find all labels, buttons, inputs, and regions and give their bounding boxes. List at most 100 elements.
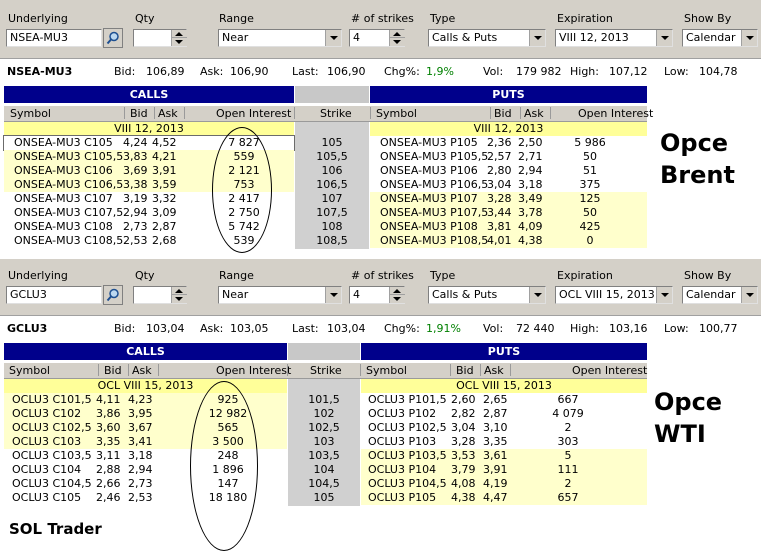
range-select[interactable]: Near [218, 286, 342, 304]
put-bid: 4,38 [451, 491, 476, 504]
strike-value: 104,5 [308, 477, 340, 490]
type-select[interactable]: Calls & Puts [428, 29, 546, 47]
show-by-select[interactable]: Calendar [682, 286, 758, 304]
call-ask: 3,32 [152, 192, 177, 205]
strike-row: 106,5 [295, 178, 369, 192]
col-put-open-interest[interactable]: Open Interest [578, 107, 653, 120]
put-open-interest: 2 [564, 421, 572, 434]
put-row[interactable]: OCLU3 P104,5 4,08 4,19 2 [361, 477, 647, 491]
put-row[interactable]: OCLU3 P105 4,38 4,47 657 [361, 491, 647, 505]
underlying-search-button[interactable] [103, 285, 123, 305]
spin-down-icon [393, 297, 401, 301]
put-row[interactable]: ONSEA-MU3 P106,5 3,04 3,18 375 [370, 178, 647, 192]
col-strike[interactable]: Strike [320, 107, 352, 120]
put-row[interactable]: ONSEA-MU3 P106 2,80 2,94 51 [370, 164, 647, 178]
wti-annotation-line2: WTI [654, 420, 706, 448]
underlying-input[interactable]: NSEA-MU3 [6, 29, 102, 47]
col-put-bid[interactable]: Bid [494, 107, 512, 120]
col-strike[interactable]: Strike [310, 364, 342, 377]
brent-puts-expiry: VIII 12, 2013 [370, 122, 647, 136]
col-put-ask[interactable]: Ask [524, 107, 544, 120]
expiration-select[interactable]: OCL VIII 15, 2013 [555, 286, 673, 304]
put-bid: 4,01 [487, 234, 512, 247]
wti-puts-header: PUTS [361, 343, 647, 360]
put-row[interactable]: OCLU3 P102,5 3,04 3,10 2 [361, 421, 647, 435]
chevron-down-icon[interactable] [741, 287, 757, 303]
strike-value: 102,5 [308, 421, 340, 434]
call-ask: 3,67 [128, 421, 153, 434]
low-label: Low: [664, 65, 689, 78]
put-symbol: ONSEA-MU3 P106,5 [380, 178, 489, 191]
call-symbol: ONSEA-MU3 C106 [14, 164, 113, 177]
show-by-select[interactable]: Calendar [682, 29, 758, 47]
put-row[interactable]: ONSEA-MU3 P107,5 3,44 3,78 50 [370, 206, 647, 220]
put-row[interactable]: ONSEA-MU3 P108 3,81 4,09 425 [370, 220, 647, 234]
chevron-down-icon[interactable] [325, 287, 341, 303]
low-value: 100,77 [699, 322, 738, 335]
col-bid[interactable]: Bid [130, 107, 148, 120]
put-bid: 3,28 [487, 192, 512, 205]
qty-label: Qty [135, 12, 155, 25]
strike-row: 105 [295, 136, 369, 150]
vol-value: 72 440 [516, 322, 555, 335]
col-ask[interactable]: Ask [132, 364, 152, 377]
put-row[interactable]: OCLU3 P103,5 3,53 3,61 5 [361, 449, 647, 463]
qty-spin-buttons[interactable] [171, 30, 187, 46]
put-symbol: ONSEA-MU3 P107 [380, 192, 478, 205]
call-ask: 3,41 [128, 435, 153, 448]
col-put-symbol[interactable]: Symbol [366, 364, 407, 377]
chevron-down-icon[interactable] [741, 30, 757, 46]
col-symbol[interactable]: Symbol [9, 364, 50, 377]
chevron-down-icon[interactable] [656, 30, 672, 46]
underlying-search-button[interactable] [103, 28, 123, 48]
underlying-input[interactable]: GCLU3 [6, 286, 102, 304]
spin-down-icon [393, 40, 401, 44]
put-row[interactable]: OCLU3 P104 3,79 3,91 111 [361, 463, 647, 477]
call-symbol: OCLU3 C105 [12, 491, 82, 504]
chevron-down-icon[interactable] [656, 287, 672, 303]
spin-up-icon [393, 32, 401, 36]
col-put-bid[interactable]: Bid [456, 364, 474, 377]
col-ask[interactable]: Ask [158, 107, 178, 120]
put-ask: 2,50 [518, 136, 543, 149]
put-row[interactable]: ONSEA-MU3 P105 2,36 2,50 5 986 [370, 136, 647, 150]
call-bid: 3,60 [96, 421, 121, 434]
put-row[interactable]: OCLU3 P102 2,82 2,87 4 079 [361, 407, 647, 421]
put-ask: 2,65 [483, 393, 508, 406]
strikes-spin-buttons[interactable] [389, 30, 405, 46]
strike-value: 104 [313, 463, 335, 476]
call-ask: 4,23 [128, 393, 153, 406]
put-row[interactable]: ONSEA-MU3 P107 3,28 3,49 125 [370, 192, 647, 206]
call-bid: 4,24 [123, 136, 148, 149]
col-open-interest[interactable]: Open Interest [216, 107, 291, 120]
col-put-open-interest[interactable]: Open Interest [572, 364, 647, 377]
chevron-down-icon[interactable] [529, 287, 545, 303]
wti-strike-header-bar [288, 343, 360, 360]
range-select[interactable]: Near [218, 29, 342, 47]
chevron-down-icon[interactable] [529, 30, 545, 46]
col-symbol[interactable]: Symbol [10, 107, 51, 120]
put-bid: 3,81 [487, 220, 512, 233]
put-ask: 3,91 [483, 463, 508, 476]
put-ask: 4,19 [483, 477, 508, 490]
call-bid: 2,66 [96, 477, 121, 490]
col-bid[interactable]: Bid [104, 364, 122, 377]
put-row[interactable]: OCLU3 P101,5 2,60 2,65 667 [361, 393, 647, 407]
col-put-ask[interactable]: Ask [484, 364, 504, 377]
strike-value: 101,5 [308, 393, 340, 406]
type-label: Type [430, 269, 456, 282]
col-put-symbol[interactable]: Symbol [376, 107, 417, 120]
chevron-down-icon[interactable] [325, 30, 341, 46]
put-row[interactable]: OCLU3 P103 3,28 3,35 303 [361, 435, 647, 449]
spin-up-icon [393, 289, 401, 293]
show-by-value: Calendar [686, 288, 736, 301]
col-open-interest[interactable]: Open Interest [216, 364, 291, 377]
put-open-interest: 5 986 [574, 136, 606, 149]
expiration-select[interactable]: VIII 12, 2013 [555, 29, 673, 47]
put-row[interactable]: ONSEA-MU3 P108,5 4,01 4,38 0 [370, 234, 647, 248]
qty-spin-buttons[interactable] [171, 287, 187, 303]
put-row[interactable]: ONSEA-MU3 P105,5 2,57 2,71 50 [370, 150, 647, 164]
type-select[interactable]: Calls & Puts [428, 286, 546, 304]
call-ask: 4,21 [152, 150, 177, 163]
strikes-spin-buttons[interactable] [389, 287, 405, 303]
